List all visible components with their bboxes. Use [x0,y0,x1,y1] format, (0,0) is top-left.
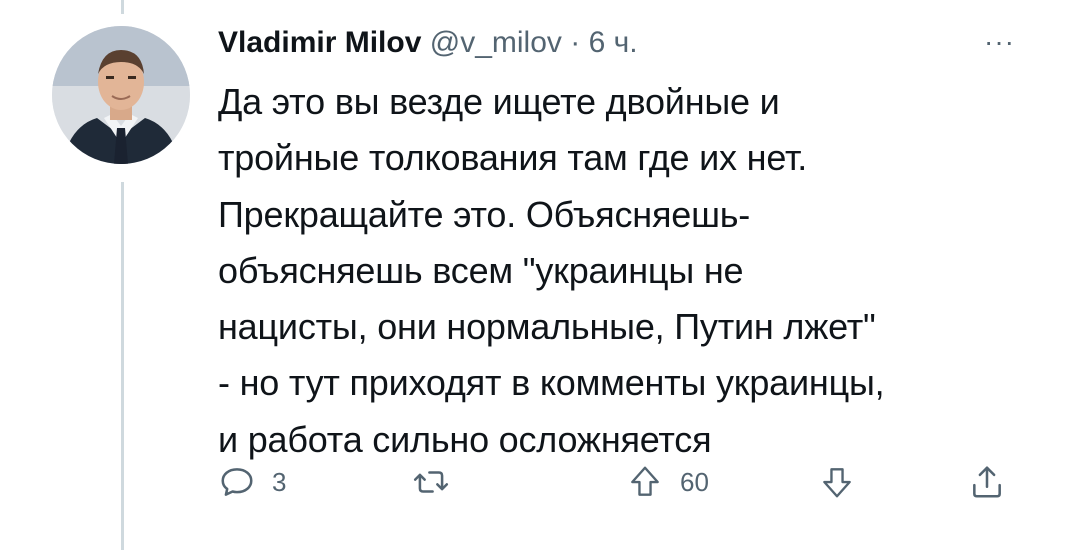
tweet-text-line: Прекращайте это. Объясняешь- [218,193,751,235]
upvote-button[interactable]: 60 [626,463,709,501]
tweet-header: Vladimir Milov @v_milov · 6 ч. [218,23,638,63]
tweet-text-line: - но тут приходят в комменты украинцы, [218,362,885,404]
header-separator: · [570,26,581,59]
retweet-icon [413,471,449,493]
retweet-button[interactable] [412,463,466,501]
reply-button[interactable]: 3 [218,463,286,501]
tweet-text-line: нацисты, они нормальные, Путин лжет" [218,306,876,348]
avatar[interactable] [52,26,190,164]
thread-line-top [121,0,124,14]
arrow-down-icon [823,468,851,498]
reply-count: 3 [272,466,287,497]
author-handle[interactable]: @v_milov [430,26,562,59]
more-dots-icon[interactable]: ··· [984,26,1015,58]
author-name[interactable]: Vladimir Milov [218,26,421,59]
downvote-button[interactable] [818,463,872,501]
tweet-text-line: объясняешь всем "украинцы не [218,249,744,291]
action-bar: 3 60 [0,463,1080,513]
upvote-count: 60 [680,466,709,497]
tweet-text-line: и работа сильно осложняется [218,418,712,460]
share-icon [973,466,1001,498]
tweet-text-line: Да это вы везде ищете двойные и [218,81,780,122]
share-button[interactable] [968,463,1022,501]
arrow-up-icon [631,466,659,496]
avatar-photo-icon [52,26,190,164]
tweet-text-line: тройные толкования там где их нет. [218,137,808,179]
tweet-text: Да это вы везде ищете двойные и тройные … [218,74,1038,468]
tweet-timestamp[interactable]: 6 ч. [589,26,638,59]
speech-bubble-icon [221,468,253,496]
